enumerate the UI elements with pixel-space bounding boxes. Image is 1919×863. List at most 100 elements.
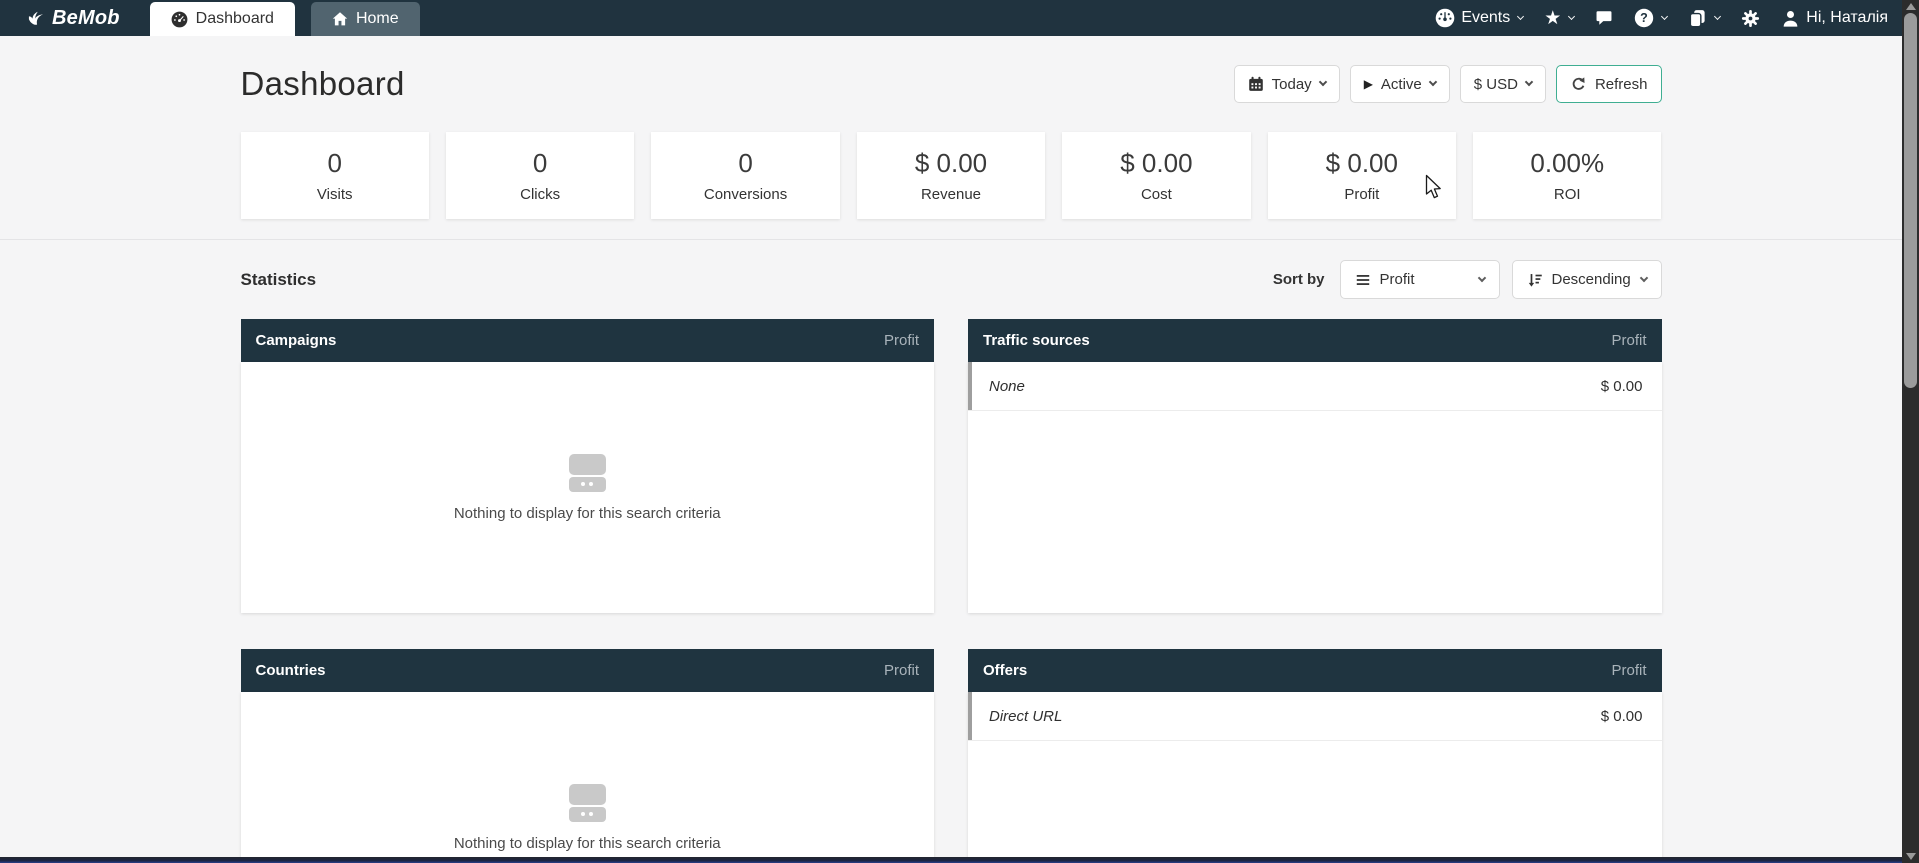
stat-label: Visits [317,186,353,203]
sort-controls: Sort by Profit [1273,260,1662,299]
date-range-button[interactable]: Today [1234,65,1340,103]
user-icon [1781,9,1800,28]
stat-cards: 0 Visits 0 Clicks 0 Conversions $ 0.00 R… [241,132,1662,219]
database-icon [569,784,606,822]
empty-state-text: Nothing to display for this search crite… [454,835,721,852]
panel-traffic-sources: Traffic sources Profit None $ 0.00 [968,319,1662,613]
empty-state: Nothing to display for this search crite… [241,692,935,863]
stat-label: Cost [1141,186,1172,203]
stat-label: Revenue [921,186,981,203]
refresh-label: Refresh [1595,76,1648,93]
gear-icon [1741,9,1760,28]
svg-text:?: ? [1640,11,1648,25]
stat-card-conversions: 0 Conversions [651,132,839,219]
gauge-icon [171,11,188,28]
workspaces-menu[interactable] [1688,9,1720,28]
statistics-header: Statistics Sort by Profit [241,260,1662,299]
sort-field-value: Profit [1380,271,1415,288]
scrollbar-up-arrow[interactable] [1906,3,1916,10]
dashboard-toolbar: Today ▶ Active $ USD [1234,65,1662,103]
scrollbar-thumb[interactable] [1904,13,1917,388]
tab-home-label: Home [356,10,399,28]
row-name: None [989,378,1025,395]
database-icon [569,454,606,492]
table-row[interactable]: None $ 0.00 [968,362,1662,411]
refresh-icon [1570,76,1587,93]
tab-bar: Dashboard Home [150,2,420,36]
app-viewport: BeMob [0,0,1902,863]
chevron-down-icon [1661,12,1668,19]
chevron-down-icon [1714,12,1721,19]
bemob-logo[interactable]: BeMob [26,7,120,30]
calendar-icon [1248,76,1264,92]
status-filter-label: Active [1381,76,1422,93]
stat-card-cost: $ 0.00 Cost [1062,132,1250,219]
vertical-scrollbar[interactable] [1902,0,1919,863]
chevron-down-icon [1429,78,1437,86]
stat-value: 0 [533,148,547,179]
sort-field-select[interactable]: Profit [1340,260,1500,299]
stat-value: 0 [738,148,752,179]
sort-by-label: Sort by [1273,271,1325,288]
chevron-down-icon [1477,273,1485,281]
page-header: Dashboard [241,62,1662,106]
sort-direction-select[interactable]: Descending [1512,260,1662,299]
refresh-button[interactable]: Refresh [1556,65,1662,103]
account-menu[interactable]: Hi, Наталія [1781,9,1888,28]
chevron-down-icon [1568,12,1575,19]
statistics-title: Statistics [241,270,317,290]
panel-metric-label: Profit [1611,662,1646,679]
stat-value: $ 0.00 [1120,148,1192,179]
chevron-down-icon [1318,78,1326,86]
tab-dashboard-label: Dashboard [196,10,274,28]
topbar-menu: Events ★ ? [1435,8,1902,28]
stat-card-roi: 0.00% ROI [1473,132,1661,219]
empty-state: Nothing to display for this search crite… [241,362,935,613]
stat-label: Clicks [520,186,560,203]
panel-metric-label: Profit [1611,332,1646,349]
currency-button[interactable]: $ USD [1460,65,1546,103]
table-row[interactable]: Direct URL $ 0.00 [968,692,1662,741]
scrollbar-down-arrow[interactable] [1906,853,1916,860]
section-divider [0,239,1902,240]
row-name: Direct URL [989,708,1062,725]
tab-dashboard[interactable]: Dashboard [150,2,295,36]
panel-offers: Offers Profit Direct URL $ 0.00 [968,649,1662,863]
panel-header: Campaigns Profit [241,319,935,362]
panel-title: Campaigns [256,332,337,349]
home-icon [332,11,348,27]
empty-state-text: Nothing to display for this search crite… [454,505,721,522]
stat-label: Profit [1344,186,1379,203]
statistics-panels: Campaigns Profit Nothing to display for … [241,319,1662,863]
panel-header: Traffic sources Profit [968,319,1662,362]
play-icon: ▶ [1364,77,1373,91]
currency-label: $ USD [1474,76,1518,93]
help-menu[interactable]: ? [1634,8,1667,28]
settings-button[interactable] [1741,9,1760,28]
stat-value: $ 0.00 [915,148,987,179]
chevron-down-icon [1517,12,1524,19]
events-gauge-icon [1435,8,1455,28]
favorites-menu[interactable]: ★ [1544,9,1574,28]
panel-title: Traffic sources [983,332,1090,349]
stat-label: Conversions [704,186,787,203]
tab-home[interactable]: Home [311,2,420,36]
question-circle-icon: ? [1634,8,1654,28]
events-menu[interactable]: Events [1435,8,1523,28]
sort-descending-icon [1527,272,1543,288]
panel-countries: Countries Profit Nothing to display for … [241,649,935,863]
status-filter-button[interactable]: ▶ Active [1350,65,1450,103]
list-icon [1355,272,1371,288]
panel-campaigns: Campaigns Profit Nothing to display for … [241,319,935,613]
bemob-logo-icon [26,8,46,28]
panel-title: Countries [256,662,326,679]
panel-header: Countries Profit [241,649,935,692]
topbar: BeMob [0,0,1902,36]
chevron-down-icon [1525,78,1533,86]
stat-card-clicks: 0 Clicks [446,132,634,219]
sort-direction-value: Descending [1552,271,1631,288]
page-title: Dashboard [241,65,405,103]
window-bottom-edge [0,857,1919,863]
feedback-button[interactable] [1595,9,1613,27]
stat-card-profit: $ 0.00 Profit [1268,132,1456,219]
